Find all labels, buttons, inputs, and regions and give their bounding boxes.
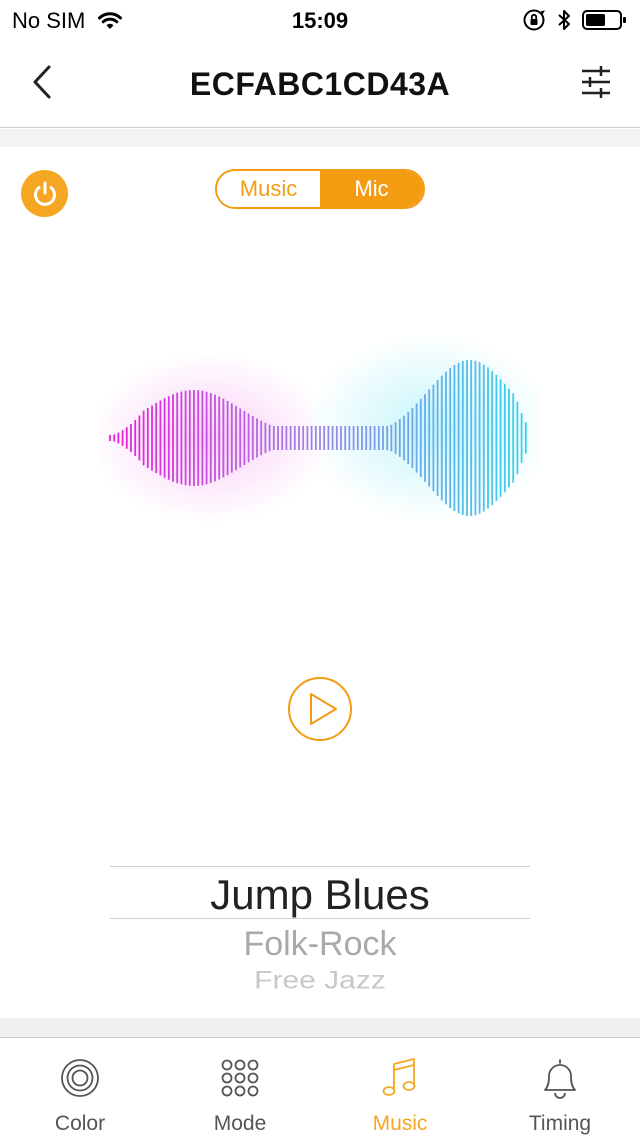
play-icon	[310, 693, 337, 725]
picker-top-line	[110, 866, 530, 867]
sound-wave-visualizer	[100, 333, 540, 523]
genre-picker[interactable]: Jump Blues Folk-Rock Free Jazz	[110, 865, 530, 1000]
tab-label: Music	[372, 1112, 428, 1135]
tab-bar: Color Mode Music Timing	[0, 1037, 640, 1136]
battery-icon	[582, 10, 626, 30]
tab-color[interactable]: Color	[0, 1038, 160, 1136]
music-note-icon	[378, 1056, 422, 1100]
bluetooth-icon	[558, 10, 570, 30]
nav-bar: ECFABC1CD43A	[0, 40, 640, 128]
genre-option[interactable]: Free Jazz	[110, 967, 530, 995]
bottom-divider-band	[0, 1018, 640, 1037]
back-button[interactable]	[22, 60, 62, 104]
status-bar: No SIM 15:09	[0, 0, 640, 40]
genre-option-selected[interactable]: Jump Blues	[110, 871, 530, 919]
settings-button[interactable]	[574, 60, 618, 104]
mic-source-tab[interactable]: Mic	[320, 171, 423, 207]
tab-mode[interactable]: Mode	[160, 1038, 320, 1136]
mode-icon	[218, 1056, 262, 1100]
tab-music[interactable]: Music	[320, 1038, 480, 1136]
sliders-icon	[582, 66, 610, 98]
power-button[interactable]	[21, 170, 68, 217]
music-source-tab[interactable]: Music	[217, 171, 320, 207]
genre-option[interactable]: Folk-Rock	[110, 925, 530, 964]
tab-label: Mode	[213, 1112, 267, 1135]
chevron-left-icon	[33, 65, 51, 99]
page-title: ECFABC1CD43A	[189, 66, 451, 102]
tab-label: Color	[54, 1112, 106, 1135]
orientation-lock-icon	[523, 9, 546, 31]
source-toggle: Music Mic	[215, 169, 425, 209]
bell-icon	[538, 1056, 582, 1100]
color-icon	[58, 1056, 102, 1100]
status-indicators	[522, 8, 628, 32]
play-button[interactable]	[287, 676, 353, 742]
top-divider-band	[0, 129, 640, 147]
tab-label: Timing	[528, 1112, 592, 1135]
power-icon	[33, 181, 56, 206]
tab-timing[interactable]: Timing	[480, 1038, 640, 1136]
